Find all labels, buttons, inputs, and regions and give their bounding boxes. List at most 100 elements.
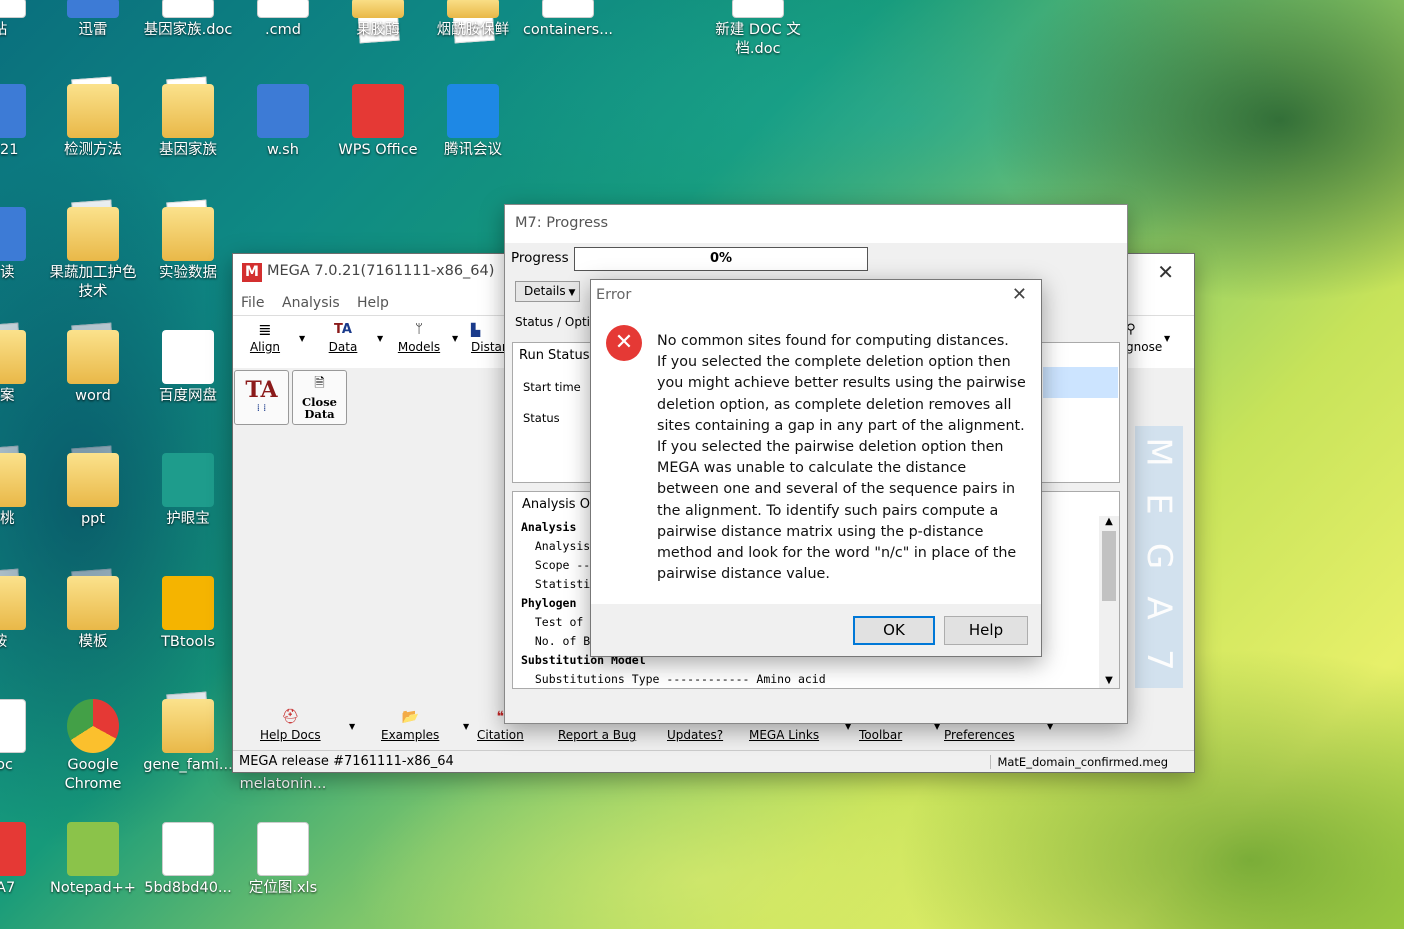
data-button[interactable]: TA Data xyxy=(323,320,363,354)
pdf-icon xyxy=(162,822,214,876)
desktop-icon-i28[interactable]: Google Chrome xyxy=(45,699,141,794)
diagnose-icon: ⚲ xyxy=(1126,322,1136,337)
desktop-icon-label: word xyxy=(75,388,111,404)
menu-file[interactable]: File xyxy=(241,295,264,311)
scroll-down-icon[interactable]: ▼ xyxy=(1099,675,1119,686)
folder-icon xyxy=(352,0,404,18)
desktop-icon-label: gene_fami... xyxy=(143,757,233,773)
meet-icon xyxy=(447,84,499,138)
folder-icon xyxy=(67,453,119,507)
progress-titlebar[interactable]: M7: Progress xyxy=(505,205,1127,243)
ok-button[interactable]: OK xyxy=(853,616,935,645)
scroll-thumb[interactable] xyxy=(1102,531,1116,601)
data-dropdown-icon[interactable]: ▼ xyxy=(377,334,383,343)
error-message-line: If you selected the complete deletion op… xyxy=(657,354,1011,371)
desktop-icon-i7[interactable]: containers... xyxy=(520,0,616,40)
close-icon[interactable]: ✕ xyxy=(1012,284,1027,305)
diagnose-dropdown-icon[interactable]: ▼ xyxy=(1164,334,1170,343)
desktop-icon-i3[interactable]: 基因家族.doc xyxy=(140,0,236,40)
desktop-icon-label: 阅读 xyxy=(0,265,15,281)
desktop-icon-i9[interactable]: 2021 xyxy=(0,84,48,160)
align-button[interactable]: ≣ Align xyxy=(245,320,285,354)
align-dropdown-icon[interactable]: ▼ xyxy=(299,334,305,343)
desktop-icon-i34[interactable]: 定位图.xls xyxy=(235,822,331,898)
desktop-icon-label: 烟酰胺保鲜 xyxy=(436,22,510,38)
desktop-icon-i17[interactable]: 实验数据 xyxy=(140,207,236,283)
desktop-icon-i11[interactable]: 基因家族 xyxy=(140,84,236,160)
desktop-icon-i20[interactable]: 百度网盘 xyxy=(140,330,236,406)
status-row-highlight xyxy=(1043,367,1118,398)
options-scrollbar[interactable]: ▲ ▼ xyxy=(1099,516,1119,688)
close-icon[interactable]: ✕ xyxy=(1157,260,1174,284)
desktop-icon-i15[interactable]: 阅读 xyxy=(0,207,48,283)
folder-icon xyxy=(0,453,26,507)
desktop-icon-i5[interactable]: 果胶酶 xyxy=(330,0,426,40)
models-button[interactable]: ᛘ Models xyxy=(395,320,443,354)
desktop-icon-i31[interactable]: GA7 xyxy=(0,822,48,898)
desktop-icon-label: 果蔬加工护色技术 xyxy=(49,265,137,300)
diagnose-button[interactable]: ⚲ gnose xyxy=(1126,320,1166,354)
error-dialog[interactable]: Error ✕ ✕ No common sites found for comp… xyxy=(590,279,1042,657)
dropdown-icon[interactable]: ▼ xyxy=(349,722,355,731)
watermark-letter: M xyxy=(1139,437,1179,467)
app-icon xyxy=(67,0,119,18)
error-message-line: you might achieve better results using t… xyxy=(657,375,1026,392)
progress-title: M7: Progress xyxy=(515,215,609,231)
error-title: Error xyxy=(596,287,632,303)
progress-bar: 0% xyxy=(574,247,868,271)
desktop-icon-i18[interactable]: 方案 xyxy=(0,330,48,406)
desktop-icon-i2[interactable]: 迅雷 xyxy=(45,0,141,40)
desktop-icon-i10[interactable]: 检测方法 xyxy=(45,84,141,160)
error-message-line: pairwise distance value. xyxy=(657,566,830,583)
desktop-icon-label: 猴桃 xyxy=(0,511,15,527)
desktop-icon-i25[interactable]: 模板 xyxy=(45,576,141,652)
desktop-icon-i13[interactable]: WPS Office xyxy=(330,84,426,160)
details-dropdown-icon: ▼ xyxy=(565,288,576,298)
desktop-icon-i27[interactable]: doc xyxy=(0,699,48,775)
desktop-icon-i26[interactable]: TBtools xyxy=(140,576,236,652)
close-data-button[interactable]: 🗎 Close Data xyxy=(292,370,347,425)
error-message-line: If you selected the pairwise deletion op… xyxy=(657,439,1004,456)
dropdown-icon[interactable]: ▼ xyxy=(463,722,469,731)
desktop-icon-i32[interactable]: Notepad++ xyxy=(45,822,141,898)
error-message-line: between one and several of the sequence … xyxy=(657,481,1016,498)
desktop-icon-i16[interactable]: 果蔬加工护色技术 xyxy=(45,207,141,302)
desktop-icon-i33[interactable]: 5bd8bd40... xyxy=(140,822,236,898)
desktop-icon-i24[interactable]: 胺 xyxy=(0,576,48,652)
desktop-icon-i14[interactable]: 腾讯会议 xyxy=(425,84,521,160)
desktop-icon-i23[interactable]: 护眼宝 xyxy=(140,453,236,529)
menu-help[interactable]: Help xyxy=(357,295,389,311)
desktop-icon-i6[interactable]: 烟酰胺保鲜 xyxy=(425,0,521,40)
help-button[interactable]: Help xyxy=(944,616,1028,645)
details-button[interactable]: Details ▼ xyxy=(515,281,580,302)
desktop-icon-i12[interactable]: w.sh xyxy=(235,84,331,160)
desktop-icon-i1[interactable]: 站 xyxy=(0,0,48,40)
desktop-icon-i4[interactable]: .cmd xyxy=(235,0,331,40)
analysis-option-line: Substitutions Type ------------ Amino ac… xyxy=(521,672,826,686)
desktop-icon-i8[interactable]: 新建 DOC 文档.doc xyxy=(710,0,806,59)
desktop-icon-label: 站 xyxy=(0,22,7,38)
desktop-icon-label: 新建 DOC 文档.doc xyxy=(715,22,801,57)
desktop-icon-i22[interactable]: ppt xyxy=(45,453,141,529)
desktop-icon-i19[interactable]: word xyxy=(45,330,141,406)
desktop-icon-i21[interactable]: 猴桃 xyxy=(0,453,48,529)
desktop-icon-label: ppt xyxy=(80,511,106,527)
ta-button[interactable]: TA ⁞ ⁞ xyxy=(234,370,289,425)
error-message-line: sites containing a gap in any part of th… xyxy=(657,417,1025,434)
desktop-icon-i29[interactable]: gene_fami... xyxy=(140,699,236,775)
doc-icon xyxy=(162,0,214,18)
status-options-tab[interactable]: Status / Optio xyxy=(515,315,597,329)
desktop-icon-label: WPS Office xyxy=(338,142,418,158)
mega-title: MEGA 7.0.21(7161111-x86_64) xyxy=(267,263,495,279)
models-dropdown-icon[interactable]: ▼ xyxy=(452,334,458,343)
menu-analysis[interactable]: Analysis xyxy=(282,295,340,311)
scroll-up-icon[interactable]: ▲ xyxy=(1099,516,1119,527)
watermark-letter: 7 xyxy=(1138,649,1179,671)
app-icon xyxy=(257,84,309,138)
error-message-line: No common sites found for computing dist… xyxy=(657,333,1009,349)
desktop-icon-label: 基因家族.doc xyxy=(143,22,233,38)
close-data-icon: 🗎 xyxy=(314,376,325,391)
baidu-icon xyxy=(162,330,214,384)
bottom-examplesbutton[interactable]: 📂 Examples xyxy=(381,706,439,742)
bottom-help-docsbutton[interactable]: ⛑ Help Docs xyxy=(260,706,321,742)
